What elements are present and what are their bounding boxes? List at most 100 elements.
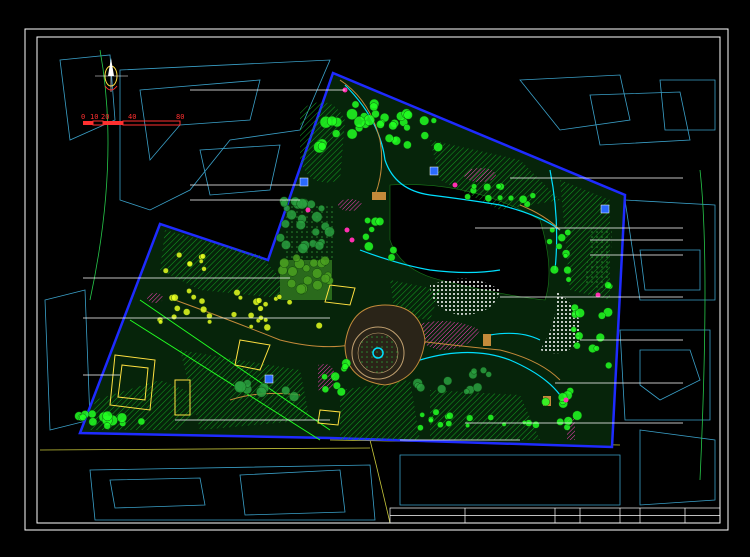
tree-symbol (295, 284, 307, 295)
tree-symbol (508, 195, 515, 202)
tree-symbol (562, 252, 569, 259)
flower-accent (305, 207, 311, 213)
tree-symbol (570, 326, 577, 333)
tree-symbol (176, 251, 183, 258)
tree-symbol (257, 305, 264, 312)
scale-tick-10: 10 (90, 113, 98, 121)
tree-symbol (487, 414, 494, 421)
tree-symbol (311, 227, 320, 236)
tree-symbol (369, 102, 379, 112)
tree-symbol (419, 412, 425, 418)
tree-symbol (183, 308, 191, 316)
tree-symbol (201, 266, 207, 272)
tree-symbol (403, 124, 411, 132)
tree-symbol (103, 422, 111, 430)
tree-symbol (171, 313, 178, 320)
tree-symbol (306, 199, 316, 209)
tree-symbol (256, 386, 267, 398)
tree-symbol (563, 416, 573, 426)
tree-symbol (464, 193, 471, 201)
tree-symbol (437, 421, 444, 428)
tree-symbol (162, 267, 169, 274)
tree-symbol (102, 410, 113, 422)
tree-symbol (88, 417, 98, 427)
tree-symbol (471, 183, 477, 190)
tree-symbol (384, 133, 394, 143)
tree-symbol (522, 420, 527, 425)
tree-symbol (480, 366, 487, 374)
tree-symbol (420, 131, 429, 140)
tree-symbol (595, 333, 605, 343)
tree-symbol (318, 204, 325, 212)
tree-symbol (593, 345, 600, 352)
tree-symbol (497, 194, 503, 201)
tree-symbol (275, 233, 285, 243)
tree-symbol (321, 373, 328, 380)
tree-symbol (186, 288, 192, 294)
tree-symbol (198, 297, 206, 305)
tree-symbol (199, 253, 206, 260)
tree-symbol (88, 409, 97, 419)
tree-symbol (518, 195, 528, 204)
tree-symbol (248, 324, 254, 329)
tree-symbol (289, 391, 300, 402)
scale-tick-80: 80 (176, 113, 184, 121)
tree-symbol (317, 141, 327, 151)
tree-symbol (137, 417, 146, 426)
tree-symbol (546, 238, 553, 245)
tree-symbol (247, 312, 255, 319)
tree-symbol (286, 299, 293, 306)
tree-symbol (495, 183, 502, 190)
tree-symbol (388, 121, 398, 131)
tree-symbol (332, 129, 341, 138)
flower-accent (344, 227, 350, 233)
tree-symbol (279, 257, 290, 268)
tree-symbol (432, 408, 440, 416)
tree-symbol (276, 294, 283, 300)
tree-symbol (484, 194, 493, 202)
tree-symbol (389, 246, 398, 254)
tree-symbol (198, 259, 204, 264)
tree-symbol (207, 319, 213, 325)
tree-symbol (336, 387, 346, 397)
tree-symbol (430, 117, 437, 124)
tree-symbol (158, 319, 164, 325)
tree-symbol (320, 273, 331, 284)
tree-symbol (262, 301, 269, 307)
tree-symbol (292, 254, 301, 262)
tree-symbol (564, 229, 572, 236)
tree-symbol (465, 423, 470, 428)
tree-symbol (563, 266, 572, 275)
tree-symbol (311, 211, 323, 223)
tree-symbol (314, 241, 325, 251)
tree-symbol (297, 243, 309, 254)
tree-symbol (470, 368, 478, 375)
tree-symbol (572, 410, 583, 421)
tree-symbol (485, 371, 492, 378)
tree-symbol (234, 380, 247, 393)
tree-symbol (532, 421, 540, 429)
tree-symbol (330, 371, 340, 382)
tree-symbol (555, 243, 563, 250)
tree-symbol (605, 361, 613, 369)
tree-symbol (550, 265, 559, 275)
tree-symbol (604, 281, 612, 289)
tree-symbol (309, 258, 318, 268)
flower-accent (563, 397, 569, 403)
tree-symbol (363, 114, 375, 126)
tree-symbol (312, 268, 323, 279)
tree-symbol (287, 266, 298, 277)
tree-symbol (557, 233, 566, 242)
tree-symbol (255, 297, 263, 304)
tree-symbol (315, 322, 323, 329)
tree-symbol (186, 260, 193, 268)
tree-symbol (280, 199, 288, 208)
tree-symbol (281, 240, 291, 250)
tree-symbol (324, 226, 335, 238)
tree-symbol (445, 420, 453, 427)
tree-symbol (376, 120, 385, 129)
tree-symbol (362, 233, 370, 241)
tree-symbol (403, 140, 412, 150)
scale-tick-40: 40 (128, 113, 136, 121)
tree-symbol (200, 306, 208, 314)
